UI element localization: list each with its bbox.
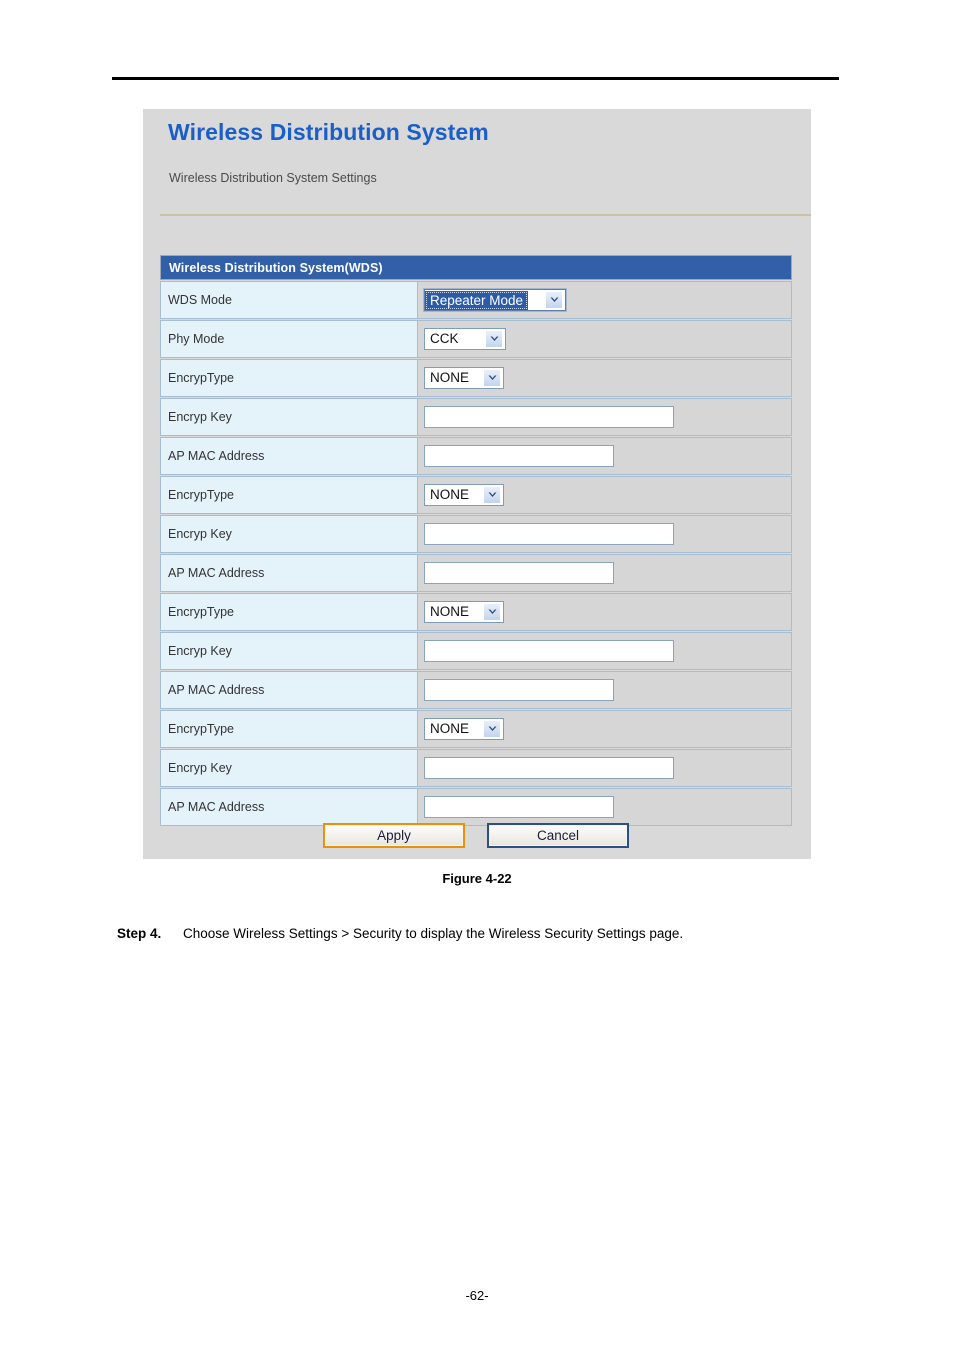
row-label: Encryp Key xyxy=(160,749,418,787)
table-row: Encryp Key xyxy=(160,515,792,553)
input-encryp-key[interactable] xyxy=(424,523,674,545)
select-value: Repeater Mode xyxy=(425,290,529,310)
row-value xyxy=(418,788,792,826)
input-ap-mac-address[interactable] xyxy=(424,796,614,818)
row-label: Phy Mode xyxy=(160,320,418,358)
table-row: Phy Mode CCK xyxy=(160,320,792,358)
table-row: AP MAC Address xyxy=(160,671,792,709)
page-number: -62- xyxy=(465,1288,489,1303)
table-row: Encryp Key xyxy=(160,398,792,436)
step-label: Step 4. xyxy=(117,926,162,941)
table-row: EncrypType NONE xyxy=(160,593,792,631)
row-label: EncrypType xyxy=(160,359,418,397)
step-instruction: Step 4. Choose Wireless Settings > Securi… xyxy=(117,926,683,941)
page-title: Wireless Distribution System xyxy=(168,119,489,145)
select-value: CCK xyxy=(430,331,459,346)
select-encryptype[interactable]: NONE xyxy=(424,718,504,740)
chevron-down-icon[interactable] xyxy=(483,720,501,738)
row-value xyxy=(418,398,792,436)
input-ap-mac-address[interactable] xyxy=(424,445,614,467)
row-label: EncrypType xyxy=(160,710,418,748)
select-encryptype[interactable]: NONE xyxy=(424,601,504,623)
table-row: WDS Mode Repeater Mode xyxy=(160,281,792,319)
table-row: AP MAC Address xyxy=(160,554,792,592)
table-body: WDS Mode Repeater Mode Phy Mode CCK EncrypTy… xyxy=(160,281,792,826)
row-label: AP MAC Address xyxy=(160,437,418,475)
cancel-button[interactable]: Cancel xyxy=(487,823,629,848)
row-value xyxy=(418,671,792,709)
row-value: NONE xyxy=(418,710,792,748)
row-value xyxy=(418,437,792,475)
select-wds-mode[interactable]: Repeater Mode xyxy=(423,288,567,312)
select-encryptype[interactable]: NONE xyxy=(424,484,504,506)
input-encryp-key[interactable] xyxy=(424,757,674,779)
row-value xyxy=(418,554,792,592)
figure-caption: Figure 4-22 xyxy=(442,871,512,886)
row-value xyxy=(418,515,792,553)
table-row: EncrypType NONE xyxy=(160,710,792,748)
table-row: Encryp Key xyxy=(160,632,792,670)
page-subtitle: Wireless Distribution System Settings xyxy=(169,171,377,185)
select-encryptype[interactable]: NONE xyxy=(424,367,504,389)
chevron-down-icon[interactable] xyxy=(483,603,501,621)
row-value: Repeater Mode xyxy=(418,281,792,319)
input-ap-mac-address[interactable] xyxy=(424,679,614,701)
input-encryp-key[interactable] xyxy=(424,406,674,428)
select-value: NONE xyxy=(430,604,470,619)
row-label: EncrypType xyxy=(160,593,418,631)
table-row: Encryp Key xyxy=(160,749,792,787)
row-value xyxy=(418,632,792,670)
row-label: Encryp Key xyxy=(160,632,418,670)
wds-settings-screenshot: Wireless Distribution System Wireless Di… xyxy=(143,109,811,859)
form-button-bar: Apply Cancel xyxy=(160,823,792,848)
row-value: NONE xyxy=(418,593,792,631)
chevron-down-icon[interactable] xyxy=(483,369,501,387)
step-text: Choose Wireless Settings > Security to d… xyxy=(183,926,684,941)
row-label: WDS Mode xyxy=(160,281,418,319)
row-value: CCK xyxy=(418,320,792,358)
chevron-down-icon[interactable] xyxy=(483,486,501,504)
table-row: AP MAC Address xyxy=(160,437,792,475)
input-encryp-key[interactable] xyxy=(424,640,674,662)
chevron-down-icon[interactable] xyxy=(485,330,503,348)
page-header-rule xyxy=(112,77,839,80)
table-row: AP MAC Address xyxy=(160,788,792,826)
row-label: Encryp Key xyxy=(160,515,418,553)
wds-settings-table: Wireless Distribution System(WDS) WDS Mo… xyxy=(160,255,792,826)
row-value: NONE xyxy=(418,359,792,397)
header-divider xyxy=(160,214,811,216)
row-value: NONE xyxy=(418,476,792,514)
select-value: NONE xyxy=(430,721,470,736)
row-label: AP MAC Address xyxy=(160,554,418,592)
row-label: EncrypType xyxy=(160,476,418,514)
table-row: EncrypType NONE xyxy=(160,359,792,397)
apply-button[interactable]: Apply xyxy=(323,823,465,848)
row-label: AP MAC Address xyxy=(160,788,418,826)
select-value: NONE xyxy=(430,370,470,385)
input-ap-mac-address[interactable] xyxy=(424,562,614,584)
chevron-down-icon[interactable] xyxy=(545,291,563,309)
row-value xyxy=(418,749,792,787)
table-row: EncrypType NONE xyxy=(160,476,792,514)
select-phy-mode[interactable]: CCK xyxy=(424,328,506,350)
row-label: AP MAC Address xyxy=(160,671,418,709)
row-label: Encryp Key xyxy=(160,398,418,436)
table-section-header: Wireless Distribution System(WDS) xyxy=(160,255,792,280)
select-value: NONE xyxy=(430,487,470,502)
